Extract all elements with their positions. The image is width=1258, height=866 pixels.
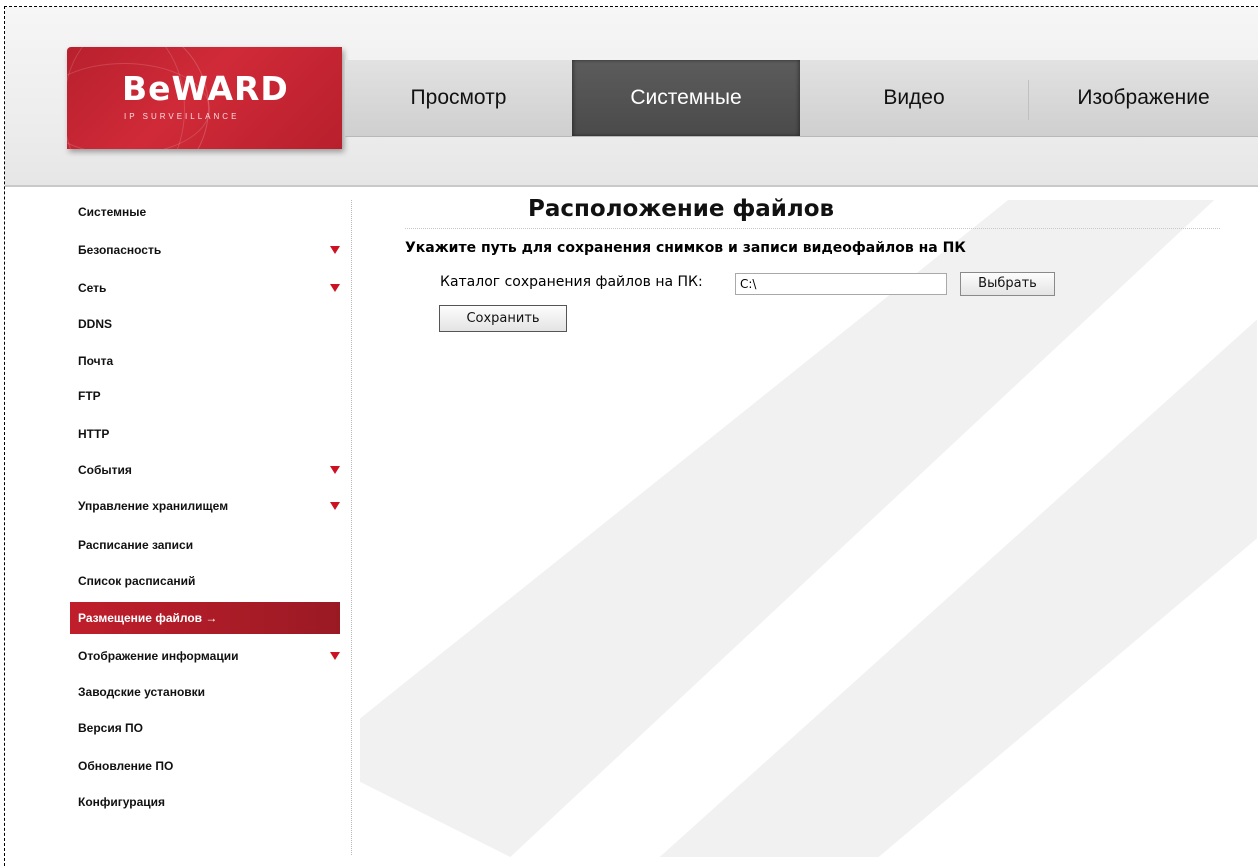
tab-image[interactable]: Изображение (1029, 60, 1258, 136)
sidebar-item-label: Размещение файлов → (78, 611, 218, 625)
sidebar-item-label: HTTP (78, 427, 110, 441)
tab-system[interactable]: Системные (572, 60, 800, 136)
sidebar-item-ddns[interactable]: DDNS (70, 308, 340, 340)
sidebar-item-label: Безопасность (78, 243, 162, 257)
sidebar-item-storage[interactable]: Управление хранилищем (70, 490, 340, 522)
section-subtitle: Укажите путь для сохранения снимков и за… (405, 240, 966, 256)
sidebar-item-label: Управление хранилищем (78, 499, 229, 513)
tab-view[interactable]: Просмотр (345, 60, 572, 136)
sidebar-item-schedule-list[interactable]: Список расписаний (70, 565, 340, 597)
sidebar-item-label: Сеть (78, 281, 107, 295)
expand-triangle-icon[interactable] (330, 246, 340, 254)
sidebar-item-ftp[interactable]: FTP (70, 380, 340, 412)
sidebar-item-label: Заводские установки (78, 685, 206, 699)
sidebar-item-info-display[interactable]: Отображение информации (70, 640, 340, 672)
sidebar-item-label: Обновление ПО (78, 759, 174, 773)
tab-label: Изображение (1077, 86, 1210, 109)
tab-label: Системные (630, 86, 742, 109)
sidebar-item-file-location[interactable]: Размещение файлов → (70, 602, 340, 634)
brand-logo: BeWARD IP SURVEILLANCE (67, 47, 342, 149)
header: BeWARD IP SURVEILLANCE Просмотр Системны… (5, 7, 1258, 187)
sidebar-item-security[interactable]: Безопасность (70, 234, 340, 266)
sidebar-item-label: Почта (78, 354, 114, 368)
path-input[interactable] (735, 273, 947, 295)
tab-video[interactable]: Видео (800, 60, 1028, 136)
page-title: Расположение файлов (528, 196, 835, 222)
expand-triangle-icon[interactable] (330, 502, 340, 510)
sidebar-item-label: Список расписаний (78, 574, 196, 588)
expand-triangle-icon[interactable] (330, 284, 340, 292)
expand-triangle-icon[interactable] (330, 466, 340, 474)
sidebar-item-label: Системные (78, 205, 147, 219)
sidebar-item-events[interactable]: События (70, 454, 340, 486)
sidebar-item-network[interactable]: Сеть (70, 272, 340, 304)
sidebar-item-label: Отображение информации (78, 649, 239, 663)
expand-triangle-icon[interactable] (330, 652, 340, 660)
sidebar-item-label: FTP (78, 389, 101, 403)
choose-button[interactable]: Выбрать (960, 272, 1055, 296)
sidebar-item-firmware-update[interactable]: Обновление ПО (70, 750, 340, 782)
brand-name: BeWARD (122, 69, 289, 108)
sidebar: Системные Безопасность Сеть DDNS Почта F… (0, 192, 352, 857)
path-label: Каталог сохранения файлов на ПК: (440, 274, 703, 290)
sidebar-item-label: Конфигурация (78, 795, 166, 809)
tab-label: Просмотр (410, 86, 507, 109)
watermark-logo (360, 200, 1257, 857)
sidebar-item-system[interactable]: Системные (70, 196, 340, 228)
title-divider (405, 228, 1220, 229)
sidebar-item-mail[interactable]: Почта (70, 345, 340, 377)
sidebar-item-factory-defaults[interactable]: Заводские установки (70, 676, 340, 708)
sidebar-item-label: Версия ПО (78, 721, 144, 735)
sidebar-item-configuration[interactable]: Конфигурация (70, 786, 340, 818)
sidebar-item-label: Расписание записи (78, 538, 194, 552)
tab-label: Видео (883, 86, 945, 109)
sidebar-item-label: События (78, 463, 132, 477)
save-button[interactable]: Сохранить (439, 305, 567, 332)
top-nav: Просмотр Системные Видео Изображение (345, 60, 1258, 137)
sidebar-item-http[interactable]: HTTP (70, 418, 340, 450)
sidebar-item-label: DDNS (78, 317, 113, 331)
sidebar-divider (351, 200, 352, 855)
brand-tagline: IP SURVEILLANCE (124, 112, 240, 121)
sidebar-item-record-schedule[interactable]: Расписание записи (70, 529, 340, 561)
sidebar-item-firmware-version[interactable]: Версия ПО (70, 712, 340, 744)
